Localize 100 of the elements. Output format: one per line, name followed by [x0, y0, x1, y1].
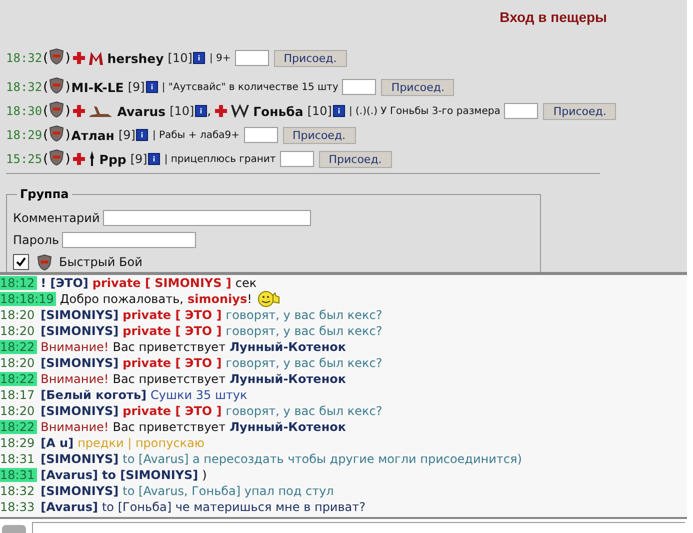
password-field[interactable] — [244, 127, 278, 143]
player-name[interactable]: Avarus — [117, 104, 166, 118]
private-tag: private [ ЭТО ] — [122, 356, 222, 370]
message-text: to [Avarus, Гоньба] упал под стул — [122, 484, 334, 498]
message-text: Вас приветствует — [112, 420, 226, 434]
game-time: 18:32 — [6, 80, 42, 94]
chat-input-field[interactable] — [32, 522, 685, 533]
player-level: [9] — [128, 80, 145, 94]
join-button[interactable]: Присоед. — [318, 150, 392, 168]
info-icon[interactable] — [193, 52, 206, 64]
quick-fight-checkbox[interactable] — [13, 254, 29, 270]
bracket: ) — [65, 104, 70, 118]
private-tag: private [ ЭТО ] — [122, 404, 222, 418]
message-time: 18:20 — [0, 356, 36, 370]
player-level: [10] — [170, 104, 194, 118]
user-name[interactable]: [SIMONIYS] — [40, 484, 119, 498]
private-tag: private [ ЭТО ] — [122, 308, 222, 322]
password-label: Пароль — [13, 233, 60, 247]
message-text: to [Гоньба] че материшься мне в приват? — [102, 500, 366, 514]
bracket: ( — [43, 50, 48, 66]
bracket: ( — [43, 128, 48, 142]
message-time: 18:12 — [0, 276, 37, 290]
message-time: 18:20 — [0, 308, 36, 322]
password-field[interactable] — [234, 50, 269, 66]
group-legend: Группа — [17, 187, 72, 201]
message-text: Вас приветствует — [112, 340, 226, 354]
shield-icon — [49, 76, 64, 94]
password-field[interactable] — [62, 232, 196, 248]
info-icon[interactable] — [148, 153, 160, 165]
user-name[interactable]: [Avarus] — [40, 500, 98, 514]
join-button[interactable]: Присоед. — [381, 78, 454, 96]
user-name[interactable]: Лунный-Котенок — [230, 420, 346, 434]
join-button[interactable]: Присоед. — [274, 50, 347, 66]
password-field[interactable] — [504, 103, 538, 119]
message-text: ) — [202, 468, 207, 482]
message-time: 18:17 — [0, 388, 36, 402]
game-time: 15:25 — [6, 152, 42, 166]
game-time: 18:30 — [6, 104, 42, 118]
lizard-icon — [88, 104, 114, 118]
user-name[interactable]: Лунный-Котенок — [230, 372, 346, 386]
shield-icon — [49, 124, 64, 142]
game-comment: | 9+ — [209, 52, 231, 64]
user-name[interactable]: to [SIMONIYS] — [102, 468, 198, 482]
page-title: Вход в пещеры — [500, 9, 607, 25]
player-name[interactable]: Атлан — [71, 128, 114, 142]
bracket: ( — [43, 104, 48, 118]
password-field[interactable] — [342, 79, 376, 95]
message-time: 18:31 — [0, 468, 37, 482]
message-text: сек — [235, 276, 257, 290]
password-field[interactable] — [280, 151, 314, 167]
join-button[interactable]: Присоед. — [543, 102, 616, 120]
message-time: 18:22 — [0, 420, 37, 434]
player-name[interactable]: MI-K-LE — [71, 80, 124, 94]
comment-field[interactable] — [102, 210, 311, 226]
message-text: Добро пожаловать, — [60, 292, 184, 306]
message-text: to [Avarus] а пересоздать чтобы другие могли присоединится) — [122, 452, 522, 466]
user-name[interactable]: [Белый коготь] — [40, 388, 147, 402]
player-level: [9] — [118, 128, 136, 142]
info-icon[interactable] — [146, 81, 158, 93]
message-text: Внимание! — [40, 372, 109, 386]
info-icon[interactable] — [332, 105, 345, 117]
bracket: ) — [65, 50, 70, 66]
info-icon[interactable] — [136, 129, 148, 141]
user-name[interactable]: [SIMONIYS] — [40, 452, 119, 466]
user-name[interactable]: Лунный-Котенок — [230, 340, 346, 354]
game-comment: | (.)(.) У Гоньбы 3-го размера — [348, 106, 500, 116]
user-name[interactable]: [Avarus] — [40, 468, 98, 482]
message-text: говорят, у вас был кекс? — [226, 324, 382, 338]
user-name[interactable]: [A u] — [40, 436, 74, 450]
shield-icon — [49, 148, 64, 166]
message-time: 18:22 — [0, 372, 37, 386]
user-name[interactable]: [SIMONIYS] — [40, 404, 119, 418]
game-comment: | Рабы + лаба9+ — [152, 130, 240, 140]
message-text: Вас приветствует — [112, 372, 226, 386]
join-button[interactable]: Присоед. — [282, 126, 356, 144]
message-time: 18:32 — [0, 484, 36, 498]
chat-button[interactable] — [2, 525, 26, 533]
user-name[interactable]: [SIMONIYS] — [40, 308, 119, 322]
user-name[interactable]: [SIMONIYS] — [40, 324, 119, 338]
message-text: говорят, у вас был кекс? — [226, 356, 382, 370]
message-text: предки | пропускаю — [78, 436, 204, 450]
private-tag: private [ ЭТО ] — [122, 324, 222, 338]
message-time: 18:18:19 — [0, 292, 56, 306]
message-text: ! — [247, 292, 252, 306]
player-name[interactable]: Ppp — [99, 152, 126, 166]
shield-icon — [49, 48, 64, 64]
message-text: говорят, у вас был кекс? — [226, 308, 382, 322]
info-icon[interactable] — [195, 105, 208, 117]
player-level: [9] — [130, 152, 148, 166]
player-name[interactable]: Гоньба — [253, 104, 304, 118]
emblem-icon — [88, 50, 104, 66]
message-time: 18:22 — [0, 340, 37, 354]
user-name[interactable]: [SIMONIYS] — [40, 356, 119, 370]
player-name[interactable]: hershey — [107, 50, 164, 66]
game-time: 18:32 — [6, 51, 42, 65]
player-level: [10] — [307, 104, 332, 118]
message-text: Внимание! — [40, 420, 109, 434]
user-name[interactable]: ! [ЭТО] — [40, 276, 88, 290]
quick-fight-label: Быстрый Бой — [59, 255, 142, 269]
message-time: 18:33 — [0, 500, 36, 514]
